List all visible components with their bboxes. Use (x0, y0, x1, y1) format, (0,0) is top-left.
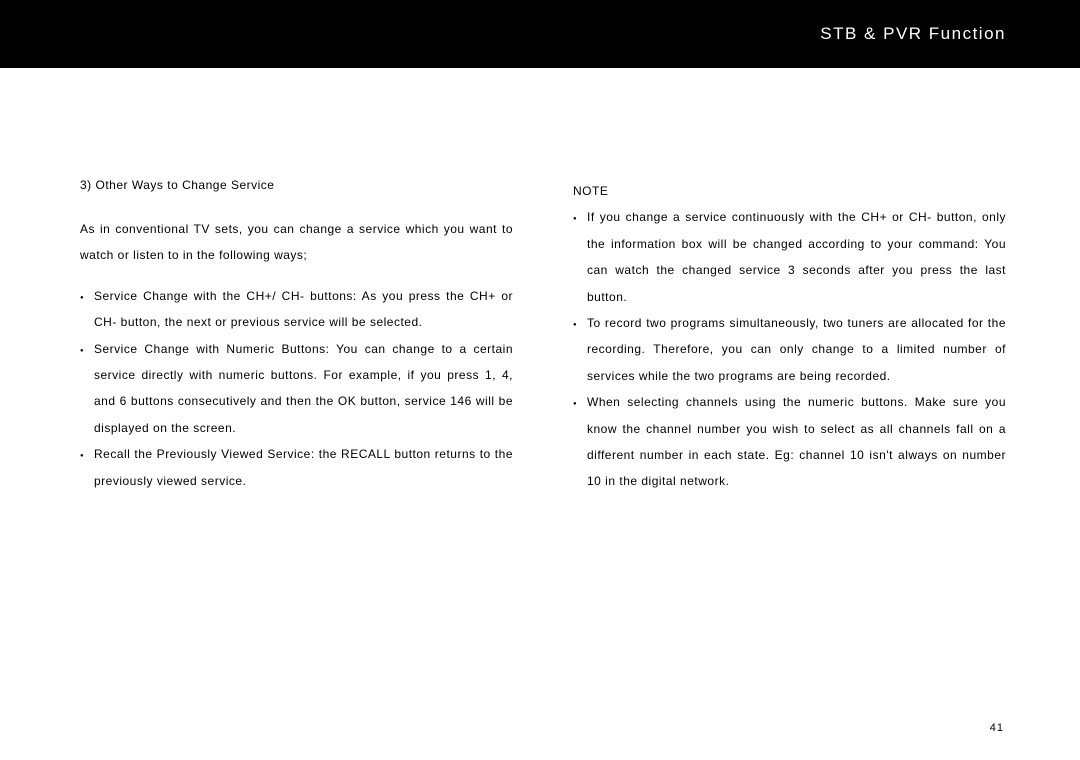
list-item: If you change a service continuously wit… (573, 204, 1006, 310)
page-body: 3) Other Ways to Change Service As in co… (0, 68, 1080, 495)
header-bar: STB & PVR Function (0, 0, 1080, 68)
intro-paragraph: As in conventional TV sets, you can chan… (80, 216, 513, 269)
columns: 3) Other Ways to Change Service As in co… (80, 178, 1006, 495)
list-item: Service Change with the CH+/ CH- buttons… (80, 283, 513, 336)
right-column: NOTE If you change a service continuousl… (573, 178, 1006, 495)
section-title: 3) Other Ways to Change Service (80, 178, 513, 192)
left-column: 3) Other Ways to Change Service As in co… (80, 178, 513, 495)
list-item: Service Change with Numeric Buttons: You… (80, 336, 513, 442)
left-bullets: Service Change with the CH+/ CH- buttons… (80, 283, 513, 494)
note-label: NOTE (573, 178, 1006, 204)
list-item: To record two programs simultaneously, t… (573, 310, 1006, 389)
list-item: When selecting channels using the numeri… (573, 389, 1006, 495)
header-title: STB & PVR Function (820, 24, 1006, 44)
list-item: Recall the Previously Viewed Service: th… (80, 441, 513, 494)
right-bullets: If you change a service continuously wit… (573, 204, 1006, 494)
page-number: 41 (990, 722, 1004, 734)
